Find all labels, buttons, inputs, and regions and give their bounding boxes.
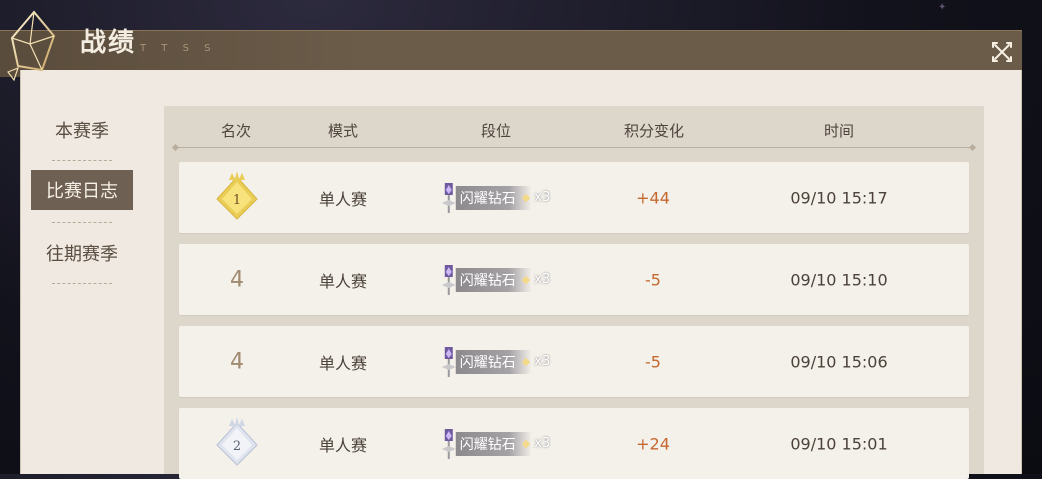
star-icon: ◆ [521, 273, 531, 286]
table-row[interactable]: 1 单人赛 闪耀钻石 ◆ x3 +44 09/10 15:17 [179, 162, 969, 233]
nav-match-log[interactable]: 比赛日志 [31, 170, 133, 210]
match-time: 09/10 15:01 [790, 434, 888, 453]
nav-past-seasons[interactable]: 往期赛季 [31, 233, 133, 273]
tier-name: 闪耀钻石 [455, 185, 532, 210]
nav-label: 往期赛季 [46, 244, 118, 265]
rank-number: 1 [233, 193, 241, 208]
score-change: -5 [645, 352, 661, 371]
side-nav: 本赛季 比赛日志 往期赛季 [21, 70, 139, 474]
column-header-score-change: 积分变化 [623, 122, 685, 140]
star-icon: ◆ [521, 355, 531, 368]
score-change: +24 [636, 434, 670, 453]
table-row[interactable]: 4 单人赛 闪耀钻石 ◆ x3 -5 09/10 15:06 [179, 326, 969, 397]
nav-label: 本赛季 [55, 121, 109, 142]
mode: 单人赛 [318, 353, 368, 373]
title-decoration: T T S S [140, 43, 217, 54]
match-log-table: 名次 模式 段位 积分变化 时间 1 单人赛 闪耀钻石 ◆ x3 +44 09/… [164, 106, 984, 479]
table-row[interactable]: 2 单人赛 闪耀钻石 ◆ x3 +24 09/10 15:01 [179, 408, 969, 479]
column-header-mode: 模式 [327, 122, 359, 140]
mode: 单人赛 [318, 271, 368, 291]
bg-star-icon: ✦ [938, 2, 947, 13]
tier-count: x3 [534, 190, 551, 205]
record-panel: 本赛季 比赛日志 往期赛季 名次 模式 段位 积分变化 时间 1 单人赛 闪耀钻… [20, 70, 1022, 479]
tier: 闪耀钻石 ◆ x3 [438, 427, 550, 461]
score-change: -5 [645, 270, 661, 289]
rank-badge: 2 [215, 416, 259, 471]
nav-divider [52, 283, 112, 284]
header-divider [176, 147, 972, 148]
column-header-tier: 段位 [480, 122, 512, 140]
tier-name: 闪耀钻石 [455, 267, 532, 292]
mode: 单人赛 [318, 189, 368, 209]
nav-current-season[interactable]: 本赛季 [31, 110, 133, 150]
match-time: 09/10 15:06 [790, 352, 888, 371]
rank-badge: 1 [215, 170, 259, 225]
tier-count: x3 [534, 272, 551, 287]
table-row[interactable]: 4 单人赛 闪耀钻石 ◆ x3 -5 09/10 15:10 [179, 244, 969, 315]
nav-label: 比赛日志 [46, 181, 118, 202]
nav-divider [52, 160, 112, 161]
nav-divider [52, 222, 112, 223]
tier-name: 闪耀钻石 [455, 349, 532, 374]
crystal-icon [7, 10, 56, 82]
match-time: 09/10 15:10 [790, 270, 888, 289]
tier: 闪耀钻石 ◆ x3 [438, 263, 550, 297]
star-icon: ◆ [521, 191, 531, 204]
rank-number: 2 [233, 439, 241, 454]
tier-count: x3 [534, 436, 551, 451]
score-change: +44 [636, 188, 670, 207]
rank-number: 4 [230, 349, 244, 374]
tier: 闪耀钻石 ◆ x3 [438, 345, 550, 379]
gold-rank-badge-icon: 1 [216, 170, 258, 220]
match-time: 09/10 15:17 [790, 188, 888, 207]
silver-rank-badge-icon: 2 [216, 416, 258, 466]
tier: 闪耀钻石 ◆ x3 [438, 181, 550, 215]
close-button[interactable] [988, 38, 1016, 66]
column-header-time: 时间 [823, 122, 855, 140]
star-icon: ◆ [521, 437, 531, 450]
page-title: 战绩 [80, 28, 137, 58]
tier-count: x3 [534, 354, 551, 369]
tier-name: 闪耀钻石 [455, 431, 532, 456]
mode: 单人赛 [318, 435, 368, 455]
rank-number: 4 [230, 267, 244, 292]
close-icon [992, 42, 1012, 62]
column-header-rank: 名次 [220, 122, 252, 140]
